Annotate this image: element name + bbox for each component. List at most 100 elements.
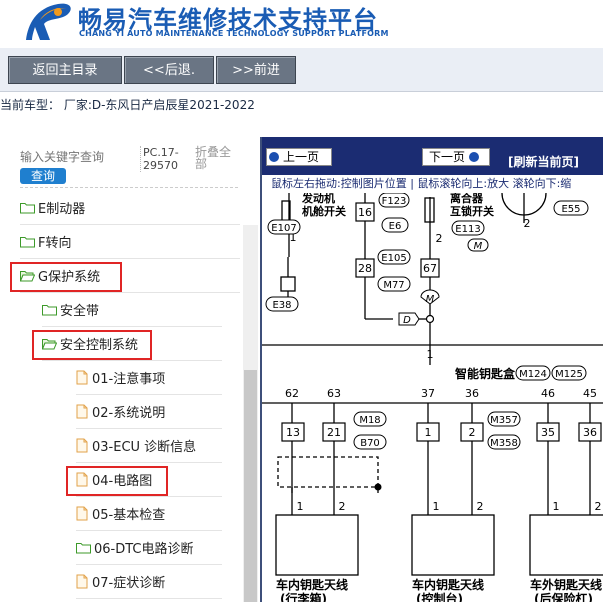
tree-item-label: 02-系统说明 <box>92 406 166 421</box>
tree-item-label: E制动器 <box>38 202 86 217</box>
connector-label: M <box>426 294 435 305</box>
pin-label: 21 <box>327 426 341 439</box>
tree-item-label: 03-ECU 诊断信息 <box>92 440 197 455</box>
component-label: 发动机 <box>301 193 335 205</box>
pin-label: 46 <box>541 387 555 400</box>
tree-panel: 查询 PC.17-29570 折叠全部 E制动器F转向G保护系统安全带安全控制系… <box>0 140 258 602</box>
pin-label: 1 <box>425 426 432 439</box>
pin-label: 67 <box>423 262 437 275</box>
pin-label: 2 <box>469 426 476 439</box>
pin-label: 36 <box>583 426 597 439</box>
logo-icon <box>26 3 71 40</box>
connector-label: B70 <box>360 438 380 449</box>
highlight-box <box>10 262 122 292</box>
tree-item-label: 07-症状诊断 <box>92 576 166 591</box>
tree-item-label: 06-DTC电路诊断 <box>94 542 194 557</box>
connector-label: D <box>403 315 411 326</box>
component-label: 互锁开关 <box>450 204 494 218</box>
tree-item[interactable]: 03-ECU 诊断信息 <box>76 429 222 463</box>
folder-icon <box>76 542 91 554</box>
pin-label: 1 <box>433 500 440 513</box>
header: 畅易汽车维修技术支持平台 CHANG YI AUTO MAINTENANCE T… <box>0 0 603 48</box>
prev-page-label: 上一页 <box>283 150 320 164</box>
viewer-toolbar: 上一页 下一页 [刷新当前页] <box>262 137 603 175</box>
tree-item-label: 01-注意事项 <box>92 372 166 387</box>
folder-icon <box>42 304 57 316</box>
pin-label: 16 <box>358 206 372 219</box>
connector-label: M125 <box>555 369 583 380</box>
connector-label: E105 <box>381 253 406 264</box>
antenna-label: (控制台) <box>416 591 463 602</box>
back-button[interactable]: <<后退. <box>124 56 214 84</box>
pin-label: 1 <box>553 500 560 513</box>
pin-label: 13 <box>286 426 300 439</box>
search-input[interactable] <box>20 148 106 166</box>
connector-label: E113 <box>455 224 480 235</box>
document-icon <box>76 438 88 453</box>
divider <box>20 187 238 188</box>
connector-label: M358 <box>490 438 518 449</box>
connector-label: M357 <box>490 415 518 426</box>
antenna-label: (行李箱) <box>280 591 327 602</box>
tree-item[interactable]: 安全带 <box>42 293 222 327</box>
pin-label: 1 <box>297 500 304 513</box>
pin-label: 63 <box>327 387 341 400</box>
search-button[interactable]: 查询 <box>20 168 66 184</box>
tree-item[interactable]: 01-注意事项 <box>76 361 222 395</box>
tree-item[interactable]: 07-症状诊断 <box>76 565 222 599</box>
antenna-label: 车外钥匙天线 <box>530 577 602 592</box>
pc-number: PC.17-29570 <box>140 146 192 172</box>
pin-label: 2 <box>339 500 346 513</box>
pin-label: 2 <box>595 500 602 513</box>
scrollbar-thumb[interactable] <box>244 370 257 602</box>
home-button[interactable]: 返回主目录 <box>8 56 122 84</box>
tree-item[interactable]: 05-基本检查 <box>76 497 222 531</box>
smart-key-box-label: 智能钥匙盒 <box>454 366 516 381</box>
tree-item-label: 05-基本检查 <box>92 508 166 523</box>
arrow-right-icon <box>469 151 480 162</box>
refresh-link[interactable]: [刷新当前页] <box>508 153 579 170</box>
highlight-box <box>32 330 152 360</box>
pin-label: 35 <box>541 426 555 439</box>
document-icon <box>76 370 88 385</box>
connector-label: M <box>474 241 483 252</box>
component-label: 机舱开关 <box>302 204 346 218</box>
circuit-diagram[interactable]: 16 28 67 2 1 2 1 62 63 37 36 46 45 13 21… <box>262 193 603 602</box>
connector-label: F123 <box>382 196 407 207</box>
tree-item[interactable]: 06-DTC电路诊断 <box>76 531 222 565</box>
arrow-left-icon <box>269 151 279 162</box>
connector-label: E38 <box>272 300 291 311</box>
antenna-label: 车内钥匙天线 <box>412 577 484 592</box>
antenna-label: 车内钥匙天线 <box>276 577 348 592</box>
pin-label: 28 <box>358 262 372 275</box>
highlight-box <box>66 466 168 496</box>
folder-icon <box>20 202 35 214</box>
connector-label: M77 <box>383 280 404 291</box>
tree-item[interactable]: F转向 <box>20 225 240 259</box>
pin-label: 62 <box>285 387 299 400</box>
document-icon <box>76 506 88 521</box>
forward-button[interactable]: >>前进 <box>216 56 296 84</box>
antenna-label: (后保险杠) <box>534 591 593 602</box>
node-label: 1 <box>427 348 434 361</box>
pin-label: 37 <box>421 387 435 400</box>
pin-label: 36 <box>465 387 479 400</box>
connector-label: E55 <box>561 204 580 215</box>
pin-label: 2 <box>436 232 443 245</box>
tree-item[interactable]: 02-系统说明 <box>76 395 222 429</box>
connector-label: M124 <box>519 369 547 380</box>
next-page-button[interactable]: 下一页 <box>422 148 490 166</box>
pin-label: 2 <box>524 217 531 230</box>
prev-page-button[interactable]: 上一页 <box>266 148 332 166</box>
tree-item[interactable]: E制动器 <box>20 191 240 225</box>
platform-subtitle: CHANG YI AUTO MAINTENANCE TECHNOLOGY SUP… <box>79 29 389 38</box>
current-vehicle: 当前车型： 厂家:D-东风日产启辰星2021-2022 <box>0 98 255 112</box>
pin-label: 45 <box>583 387 597 400</box>
connector-label: E6 <box>389 221 402 232</box>
tree-item-label: 安全带 <box>60 304 100 319</box>
tree-item-label: F转向 <box>38 236 72 251</box>
connector-label: E107 <box>271 223 296 234</box>
fold-all-button[interactable]: 折叠全部 <box>195 146 239 170</box>
viewer-hint: 鼠标左右拖动:控制图片位置 | 鼠标滚轮向上:放大 滚轮向下:缩 <box>262 175 603 193</box>
connector-label: M18 <box>359 415 380 426</box>
